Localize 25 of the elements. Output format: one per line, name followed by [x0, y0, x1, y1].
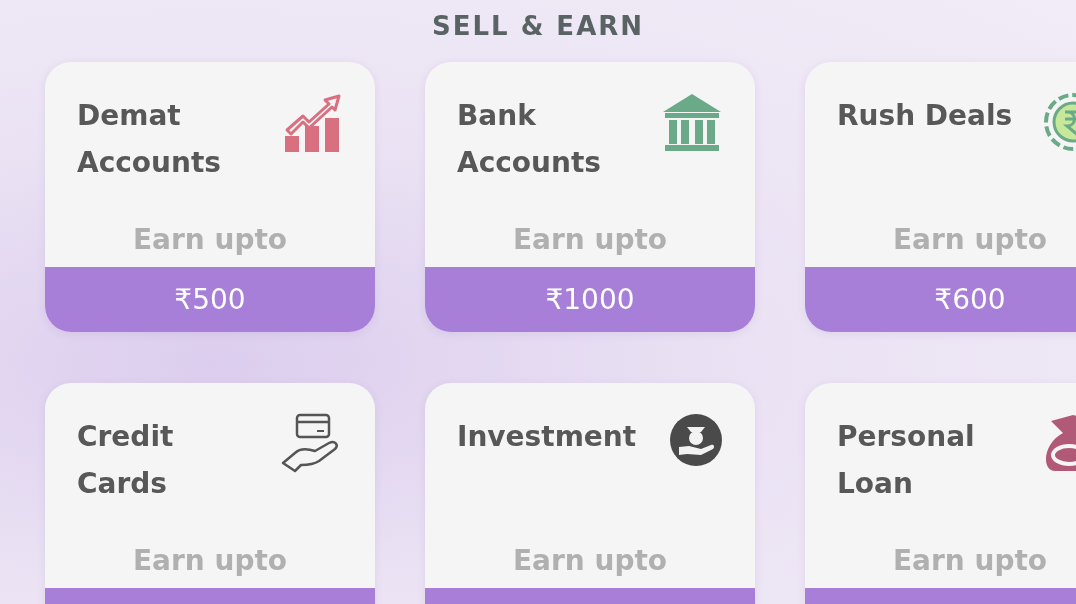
section-heading: SELL & EARN: [431, 10, 645, 43]
category-card[interactable]: Personal Loan Earn upto: [805, 383, 1076, 604]
card-title: Demat Accounts: [77, 98, 223, 181]
earn-caption: Earn upto: [131, 543, 289, 579]
card-title: Personal Loan: [837, 419, 976, 502]
bank-icon: [661, 92, 723, 152]
earn-caption: Earn upto: [891, 543, 1049, 579]
card-title: Rush Deals: [837, 98, 1014, 134]
chart-icon: [283, 92, 343, 154]
money-hand-icon: [669, 413, 723, 467]
earn-caption: Earn upto: [511, 222, 669, 258]
card-title: Investment: [457, 419, 638, 455]
category-card[interactable]: Rush Deals Earn upto ₹600: [805, 62, 1076, 332]
category-card[interactable]: Demat Accounts Earn upto ₹500: [45, 62, 375, 332]
card-title: Credit Cards: [77, 419, 175, 502]
category-card[interactable]: Credit Cards Earn upto: [45, 383, 375, 604]
earn-caption: Earn upto: [131, 222, 289, 258]
earn-caption: Earn upto: [511, 543, 669, 579]
earn-amount: ₹600: [805, 267, 1076, 332]
earn-caption: Earn upto: [891, 222, 1049, 258]
category-card[interactable]: Bank Accounts Earn upto ₹1000: [425, 62, 755, 332]
earn-amount: ₹500: [45, 267, 375, 332]
card-title: Bank Accounts: [457, 98, 603, 181]
earn-amount: ₹1000: [425, 267, 755, 332]
category-card[interactable]: Investment Earn upto: [425, 383, 755, 604]
